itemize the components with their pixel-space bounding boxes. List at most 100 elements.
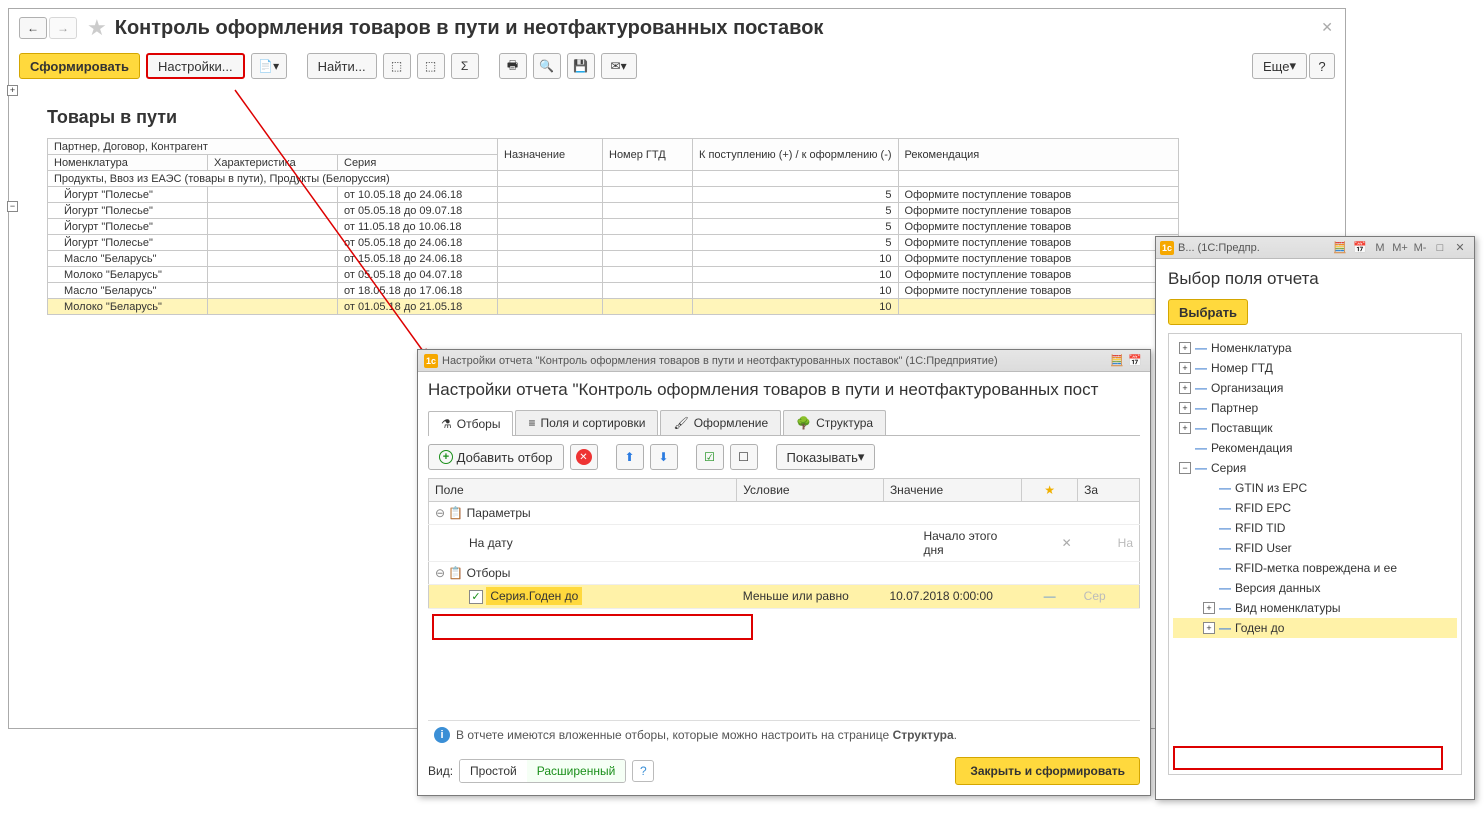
maximize-icon[interactable]: □ xyxy=(1430,242,1450,254)
app-1c-icon: 1c xyxy=(1160,241,1174,255)
table-row[interactable]: Молоко "Беларусь"от 05.05.18 до 04.07.18… xyxy=(48,267,1179,283)
tree-item[interactable]: +—Поставщик xyxy=(1173,418,1457,438)
funnel-icon: ⚗ xyxy=(441,417,452,431)
checkbox-icon[interactable]: ✓ xyxy=(469,590,483,604)
row-on-date[interactable]: На дату Начало этого дня ✕ На xyxy=(429,525,1140,562)
sum-icon[interactable]: Σ xyxy=(451,53,479,79)
help-icon[interactable]: ? xyxy=(632,760,654,782)
tree-item[interactable]: —Версия данных xyxy=(1173,578,1457,598)
tree-item[interactable]: +—Годен до xyxy=(1173,618,1457,638)
favorite-star-icon[interactable]: ★ xyxy=(87,15,107,41)
calendar-icon[interactable]: 📅 xyxy=(1126,353,1144,369)
close2-icon[interactable]: ✕ xyxy=(1450,241,1470,254)
table-row[interactable]: Йогурт "Полесье"от 10.05.18 до 24.06.185… xyxy=(48,187,1179,203)
tree-item[interactable]: —RFID EPC xyxy=(1173,498,1457,518)
move-up-button[interactable]: ⬆ xyxy=(616,444,644,470)
dash-icon: — xyxy=(1195,421,1207,435)
save-icon[interactable]: 💾 xyxy=(567,53,595,79)
expand-icon[interactable]: + xyxy=(1203,622,1215,634)
tree-item[interactable]: —Рекомендация xyxy=(1173,438,1457,458)
generate-button[interactable]: Сформировать xyxy=(19,53,140,79)
m-minus-button[interactable]: M- xyxy=(1410,242,1430,254)
calendar2-icon[interactable]: 📅 xyxy=(1350,241,1370,254)
close-and-generate-button[interactable]: Закрыть и сформировать xyxy=(955,757,1140,785)
dash-icon: — xyxy=(1195,381,1207,395)
close-icon[interactable]: ✕ xyxy=(1321,19,1333,36)
tree-item[interactable]: —RFID User xyxy=(1173,538,1457,558)
calc2-icon[interactable]: 🧮 xyxy=(1330,241,1350,254)
calc-icon[interactable]: 🧮 xyxy=(1108,353,1126,369)
table-row[interactable]: Йогурт "Полесье"от 11.05.18 до 10.06.185… xyxy=(48,219,1179,235)
move-down-button[interactable]: ⬇ xyxy=(650,444,678,470)
table-row[interactable]: Молоко "Беларусь"от 01.05.18 до 21.05.18… xyxy=(48,299,1179,315)
tree-item[interactable]: −—Серия xyxy=(1173,458,1457,478)
tree-label: Организация xyxy=(1211,381,1283,395)
row-params[interactable]: ⊖ 📋 Параметры xyxy=(429,502,1140,525)
filters-toolbar: + Добавить отбор ✕ ⬆ ⬇ ☑ ☐ Показывать ▾ xyxy=(428,436,1140,478)
tree-item[interactable]: —RFID TID xyxy=(1173,518,1457,538)
add-filter-button[interactable]: + Добавить отбор xyxy=(428,444,564,470)
collapse-group-icon[interactable]: − xyxy=(7,201,18,212)
info-bar: i В отчете имеются вложенные отборы, кот… xyxy=(428,720,1140,749)
expand-icon[interactable]: − xyxy=(1179,462,1191,474)
view-extended[interactable]: Расширенный xyxy=(527,760,626,782)
tree-item[interactable]: +—Партнер xyxy=(1173,398,1457,418)
th-field: Поле xyxy=(429,479,737,502)
uncheck-all-button[interactable]: ☐ xyxy=(730,444,758,470)
expand-icon[interactable]: + xyxy=(1179,342,1191,354)
table-row[interactable]: Масло "Беларусь"от 15.05.18 до 24.06.181… xyxy=(48,251,1179,267)
tab-filters[interactable]: ⚗Отборы xyxy=(428,411,513,436)
row-filters-group[interactable]: ⊖ 📋 Отборы xyxy=(429,562,1140,585)
expand-icon[interactable]: + xyxy=(1179,362,1191,374)
table-row[interactable]: Йогурт "Полесье"от 05.05.18 до 24.06.185… xyxy=(48,235,1179,251)
settings-button[interactable]: Настройки... xyxy=(146,53,245,79)
dash-icon: — xyxy=(1219,541,1231,555)
collapse-icon[interactable]: ⬚ xyxy=(417,53,445,79)
report-body: + Товары в пути − Партнер, Договор, Конт… xyxy=(9,85,1345,319)
tab-struct[interactable]: 🌳Структура xyxy=(783,410,886,435)
tree-item[interactable]: +—Вид номенклатуры xyxy=(1173,598,1457,618)
tab-strip: ⚗Отборы ≡Поля и сортировки 🖌Оформление 🌳… xyxy=(428,410,1140,436)
preview-icon[interactable]: 🔍 xyxy=(533,53,561,79)
find-button[interactable]: Найти... xyxy=(307,53,377,79)
nav-forward-button[interactable]: → xyxy=(49,17,77,39)
expand-icon[interactable]: + xyxy=(1179,382,1191,394)
tree-item[interactable]: + — Организация xyxy=(1173,378,1457,398)
group-cell: Продукты, Ввоз из ЕАЭС (товары в пути), … xyxy=(48,171,498,187)
settings-heading: Настройки отчета "Контроль оформления то… xyxy=(428,380,1140,400)
m-button[interactable]: M xyxy=(1370,242,1390,254)
tree-item[interactable]: +—Номенклатура xyxy=(1173,338,1457,358)
more-button[interactable]: Еще ▾ xyxy=(1252,53,1307,79)
dash-icon: — xyxy=(1195,361,1207,375)
tree-item[interactable]: +—Номер ГТД xyxy=(1173,358,1457,378)
expand-icon[interactable]: + xyxy=(1179,422,1191,434)
help-button[interactable]: ? xyxy=(1309,53,1335,79)
expand-all-icon[interactable]: + xyxy=(7,85,18,96)
delete-filter-button[interactable]: ✕ xyxy=(570,444,598,470)
tree-label: RFID TID xyxy=(1235,521,1285,535)
tree-label: Партнер xyxy=(1211,401,1258,415)
tab-design[interactable]: 🖌Оформление xyxy=(660,410,781,435)
expand-icon[interactable]: + xyxy=(1203,602,1215,614)
variants-icon[interactable]: 📄▾ xyxy=(251,53,287,79)
table-row[interactable]: Йогурт "Полесье"от 05.05.18 до 09.07.185… xyxy=(48,203,1179,219)
select-button[interactable]: Выбрать xyxy=(1168,299,1248,325)
group-row[interactable]: Продукты, Ввоз из ЕАЭС (товары в пути), … xyxy=(48,171,1179,187)
add-filter-label: Добавить отбор xyxy=(457,450,553,465)
check-all-button[interactable]: ☑ xyxy=(696,444,724,470)
params-label: Параметры xyxy=(467,506,531,520)
row-selected-filter[interactable]: ✓ Серия.Годен до Меньше или равно 10.07.… xyxy=(429,585,1140,609)
info-bold: Структура xyxy=(893,728,954,742)
m-plus-button[interactable]: M+ xyxy=(1390,242,1410,254)
view-simple[interactable]: Простой xyxy=(460,760,527,782)
tab-fields[interactable]: ≡Поля и сортировки xyxy=(515,410,658,435)
tree-item[interactable]: —GTIN из EPC xyxy=(1173,478,1457,498)
tree-item[interactable]: —RFID-метка повреждена и ее xyxy=(1173,558,1457,578)
expand-icon[interactable]: ⬚ xyxy=(383,53,411,79)
email-icon[interactable]: ✉▾ xyxy=(601,53,637,79)
show-button[interactable]: Показывать ▾ xyxy=(776,444,876,470)
table-row[interactable]: Масло "Беларусь"от 18.05.18 до 17.06.181… xyxy=(48,283,1179,299)
print-icon[interactable]: 🖶 xyxy=(499,53,527,79)
nav-back-button[interactable]: ← xyxy=(19,17,47,39)
expand-icon[interactable]: + xyxy=(1179,402,1191,414)
